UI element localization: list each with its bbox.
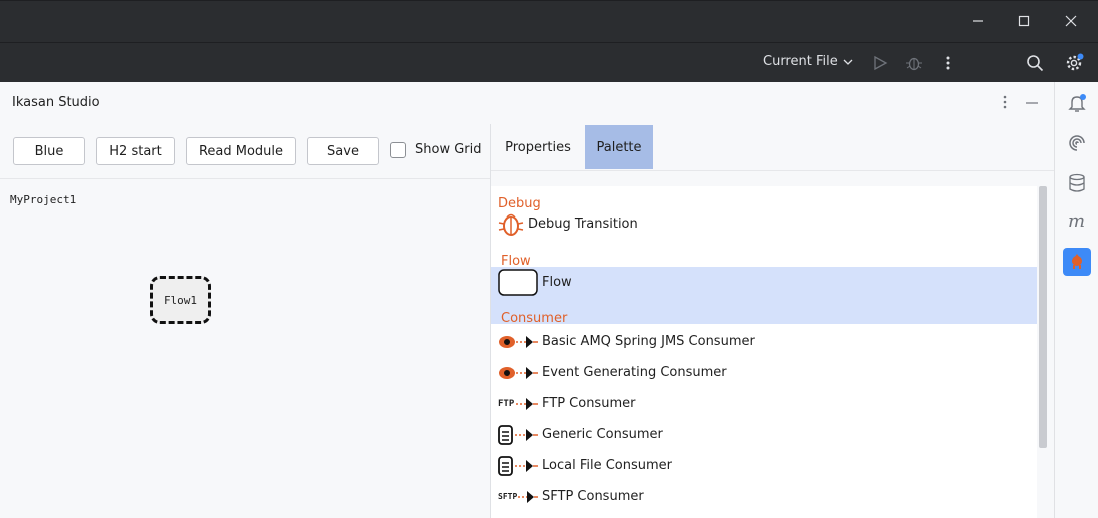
sftp-icon-text: SFTP: [498, 492, 518, 501]
palette-list[interactable]: Debug Debug Transition Flow Flow Consume…: [491, 186, 1037, 518]
designer-pane: Blue H2 start Read Module Save Show Grid…: [0, 124, 490, 518]
ftp-icon-text: FTP: [498, 398, 515, 409]
ftp-icon: FTP: [498, 391, 538, 417]
palette-item-generic-consumer[interactable]: Generic Consumer: [491, 419, 1037, 450]
search-icon: [1027, 55, 1044, 72]
chevron-down-icon: [843, 59, 853, 65]
close-button[interactable]: [1059, 9, 1083, 33]
bell-icon: [1068, 94, 1086, 112]
spiral-icon: [1069, 135, 1085, 151]
jms-consumer-icon: [498, 329, 538, 355]
notifications-button[interactable]: [1063, 89, 1091, 117]
flow-box-icon: [498, 268, 538, 296]
document-consumer-icon: [498, 422, 538, 448]
sftp-icon: SFTP: [498, 484, 538, 510]
panel-hide-button[interactable]: [1025, 96, 1039, 110]
tab-label: Palette: [596, 139, 642, 155]
more-actions-button[interactable]: [937, 52, 959, 74]
event-consumer-icon: [498, 360, 538, 386]
palette-item-event-generating-consumer[interactable]: Event Generating Consumer: [491, 357, 1037, 388]
h2-start-button[interactable]: H2 start: [96, 137, 175, 165]
module-canvas[interactable]: MyProject1 Flow1: [0, 179, 490, 518]
save-button[interactable]: Save: [307, 137, 379, 165]
tab-palette[interactable]: Palette: [585, 125, 653, 169]
divider: [491, 170, 1054, 171]
show-grid-label: Show Grid: [415, 142, 482, 157]
search-button[interactable]: [1024, 52, 1046, 74]
palette-item-basic-amq-consumer[interactable]: Basic AMQ Spring JMS Consumer: [491, 326, 1037, 357]
close-icon: [1065, 15, 1077, 27]
panel-title: Ikasan Studio: [12, 95, 100, 110]
minimize-icon: [1026, 102, 1038, 104]
debug-button[interactable]: [903, 52, 925, 74]
palette-item-debug-transition[interactable]: Debug Transition: [491, 209, 1037, 240]
tab-properties[interactable]: Properties: [491, 125, 585, 169]
minimize-button[interactable]: [966, 9, 990, 33]
ikasan-icon: [1072, 254, 1082, 269]
flow-node[interactable]: Flow1: [150, 276, 211, 324]
palette-item-label: Debug Transition: [528, 217, 638, 232]
tab-label: Properties: [505, 139, 571, 155]
ikasan-studio-panel: Ikasan Studio Blue H2 start Read Module …: [0, 82, 1054, 518]
maven-button[interactable]: m: [1063, 208, 1091, 236]
settings-icon: [1066, 53, 1084, 71]
category-consumer: Consumer: [501, 311, 568, 326]
palette-item-ftp-consumer[interactable]: FTP FTP Consumer: [491, 388, 1037, 419]
minimize-icon: [973, 20, 983, 22]
right-tool-strip: m: [1054, 82, 1098, 518]
database-icon: [1069, 173, 1085, 192]
palette-item-label: Generic Consumer: [542, 427, 663, 442]
palette-item-sftp-consumer[interactable]: SFTP SFTP Consumer: [491, 481, 1037, 512]
palette-item-label: FTP Consumer: [542, 396, 636, 411]
palette-item-label: SFTP Consumer: [542, 489, 644, 504]
palette-item-label: Flow: [542, 275, 572, 290]
palette-scrollbar[interactable]: [1039, 186, 1047, 448]
settings-button[interactable]: [1063, 52, 1085, 74]
panel-header: Ikasan Studio: [0, 82, 1054, 124]
run-config-label: Current File: [763, 54, 838, 69]
project-name: MyProject1: [10, 193, 77, 206]
palette-item-label: Local File Consumer: [542, 458, 672, 473]
more-vert-icon: [946, 56, 950, 70]
svg-text:m: m: [1068, 212, 1085, 232]
blue-button[interactable]: Blue: [13, 137, 85, 165]
maven-icon: m: [1068, 212, 1085, 232]
palette-item-label: Basic AMQ Spring JMS Consumer: [542, 334, 755, 349]
ikasan-button[interactable]: [1063, 248, 1091, 276]
debug-icon: [906, 57, 922, 71]
maximize-icon: [1018, 15, 1030, 27]
palette-item-local-file-consumer[interactable]: Local File Consumer: [491, 450, 1037, 481]
run-icon: [874, 55, 888, 71]
run-button[interactable]: [869, 52, 891, 74]
ai-assistant-button[interactable]: [1063, 129, 1091, 157]
palette-pane: Properties Palette Debug Debug Transitio…: [491, 124, 1054, 518]
more-vert-icon: [1003, 95, 1007, 109]
maximize-button[interactable]: [1012, 9, 1036, 33]
palette-item-label: Event Generating Consumer: [542, 365, 727, 380]
document-consumer-icon: [498, 453, 538, 479]
main-toolbar: Current File: [0, 42, 1098, 82]
show-grid-checkbox[interactable]: [390, 142, 406, 158]
panel-options-button[interactable]: [1002, 94, 1012, 112]
run-config-selector[interactable]: Current File: [763, 54, 854, 69]
read-module-button[interactable]: Read Module: [186, 137, 296, 165]
database-button[interactable]: [1063, 169, 1091, 197]
palette-item-flow[interactable]: Flow: [491, 267, 1037, 298]
title-bar: [0, 0, 1098, 42]
